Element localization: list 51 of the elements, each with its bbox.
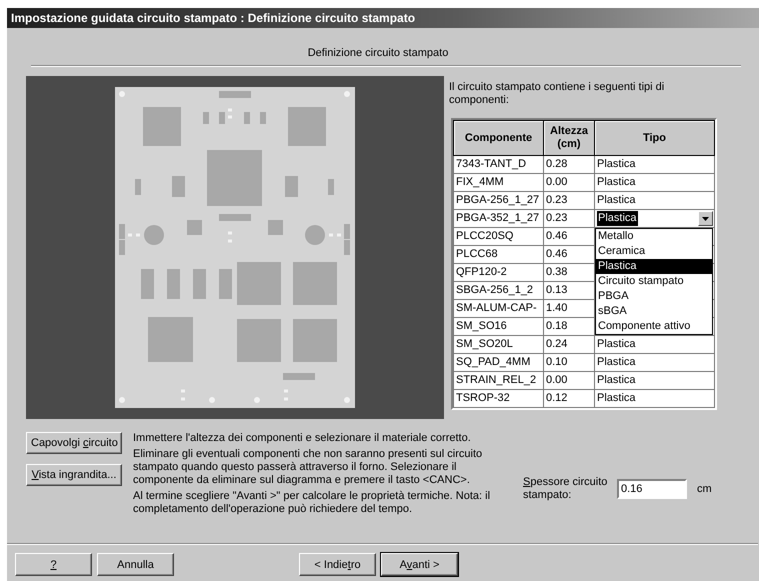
- table-cell: 0.24: [544, 336, 594, 354]
- table-cell: 0.23: [544, 192, 594, 210]
- table-cell: PLCC68: [454, 246, 544, 264]
- column-header[interactable]: Altezza (cm): [544, 120, 594, 156]
- dropdown-option[interactable]: PBGA: [596, 289, 712, 304]
- table-cell: 0.00: [544, 174, 594, 192]
- table-cell: TSROP-32: [454, 390, 544, 408]
- instruction-text: Immettere l'altezza dei componenti e selezionare il materiale corretto.: [133, 432, 472, 445]
- unit-label: cm: [697, 483, 712, 495]
- intro-text: Il circuito stampato contiene i seguenti tipi di componenti:: [449, 81, 666, 107]
- table-cell: 0.23: [544, 210, 594, 228]
- dropdown-value: Plastica: [597, 211, 638, 226]
- table-cell: Plastica: [594, 354, 714, 372]
- table-cell: 0.10: [544, 354, 594, 372]
- table-cell: SM_SO20L: [454, 336, 544, 354]
- table-cell: Plastica: [594, 390, 714, 408]
- dialog-button[interactable]: < Indietro: [299, 553, 376, 576]
- table-cell: SM-ALUM-CAP-: [454, 300, 544, 318]
- table-cell: Plastica: [594, 156, 714, 174]
- table-cell: PBGA-256_1_27: [454, 192, 544, 210]
- type-dropdown[interactable]: Plastica: [596, 210, 714, 226]
- table-cell: 7343-TANT_D: [454, 156, 544, 174]
- column-header[interactable]: Componente: [454, 120, 544, 156]
- table-cell: PBGA-352_1_27: [454, 210, 544, 228]
- thickness-field[interactable]: 0.16: [617, 479, 687, 499]
- table-cell: 0.00: [544, 372, 594, 390]
- table-cell: QFP120-2: [454, 264, 544, 282]
- instruction-text: Al termine scegliere "Avanti >" per calcolare le proprietà termiche. Nota: il completamento dell'operazione può richiedere del tempo.: [133, 490, 492, 516]
- dialog-button[interactable]: Avanti >: [381, 553, 458, 576]
- table-cell: PLCC20SQ: [454, 228, 544, 246]
- table-cell: Plastica: [594, 192, 714, 210]
- dropdown-option[interactable]: Plastica: [596, 259, 712, 274]
- table-cell: 0.28: [544, 156, 594, 174]
- field-label: Spessore circuito stampato:: [523, 476, 608, 502]
- table-cell: 0.12: [544, 390, 594, 408]
- table-cell: SM_SO16: [454, 318, 544, 336]
- page-heading: Definizione circuito stampato: [306, 47, 450, 61]
- table-cell: Plastica: [594, 174, 714, 192]
- window-title: Impostazione guidata circuito stampato : Definizione circuito stampato: [11, 11, 416, 25]
- table-cell: STRAIN_REL_2: [454, 372, 544, 390]
- side-button[interactable]: Capovolgi circuito: [26, 432, 122, 454]
- table-cell: SBGA-256_1_2: [454, 282, 544, 300]
- column-header[interactable]: Tipo: [594, 120, 714, 156]
- dialog-button[interactable]: ?: [15, 553, 92, 576]
- table-cell: SQ_PAD_4MM: [454, 354, 544, 372]
- side-button[interactable]: Vista ingrandita...: [26, 464, 122, 486]
- dropdown-option[interactable]: Circuito stampato: [596, 274, 712, 289]
- instruction-text: Eliminare gli eventuali componenti che non saranno presenti sul circuito stampato quando questo passerà attraverso il forno. Selezionare il componente da eliminare sul diagramma e premere il tasto <CANC>.: [133, 448, 484, 487]
- dialog-button[interactable]: Annulla: [97, 553, 174, 576]
- table-cell: Plastica: [594, 372, 714, 390]
- table-cell: FIX_4MM: [454, 174, 544, 192]
